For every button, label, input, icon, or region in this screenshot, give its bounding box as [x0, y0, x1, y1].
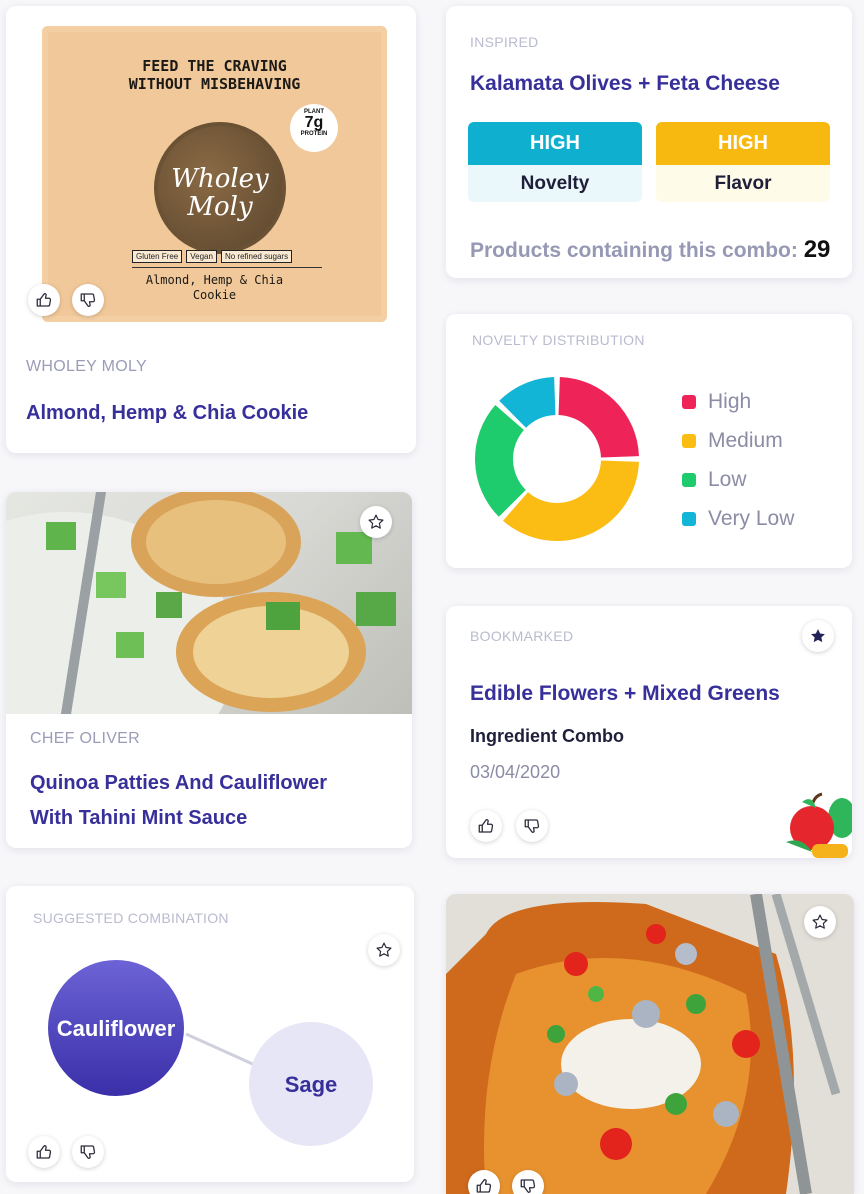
logo-line-2: Moly: [187, 192, 253, 222]
metric-label: Flavor: [656, 165, 830, 202]
legend-item-very-low: Very Low: [682, 499, 794, 538]
star-filled-icon[interactable]: [802, 620, 834, 652]
card-caption: BOOKMARKED: [470, 628, 574, 644]
package-headline-2: WITHOUT MISBEHAVING: [128, 75, 301, 93]
recipe-card[interactable]: CHEF OLIVER Quinoa Patties And Cauliflow…: [6, 492, 412, 848]
package-headline-1: FEED THE CRAVING: [142, 57, 287, 75]
protein-badge-value: 7g: [304, 114, 324, 131]
protein-badge-bottom: PROTEIN: [300, 131, 328, 137]
product-package: FEED THE CRAVING WITHOUT MISBEHAVING Who…: [42, 26, 387, 322]
donut-slice-high: [558, 377, 639, 458]
package-tags: Gluten Free Vegan No refined sugars: [132, 250, 296, 263]
flavor-metric: HIGH Flavor: [656, 122, 830, 202]
recipe-image: [446, 894, 854, 1194]
combo-count: Products containing this combo: 29: [470, 236, 830, 264]
combination-graph: Cauliflower Sage: [48, 960, 373, 1146]
star-icon[interactable]: [360, 506, 392, 538]
tag-vegan: Vegan: [186, 250, 217, 263]
product-name[interactable]: Almond, Hemp & Chia Cookie: [26, 402, 308, 425]
bookmarked-card[interactable]: BOOKMARKED Edible Flowers + Mixed Greens…: [446, 606, 852, 858]
node-cauliflower-label: Cauliflower: [57, 1016, 176, 1041]
thumbs-down-icon[interactable]: [512, 1170, 544, 1194]
thumbs-up-icon[interactable]: [468, 1170, 500, 1194]
legend-label: High: [708, 389, 752, 413]
metric-label: Novelty: [468, 165, 642, 202]
tag-gluten-free: Gluten Free: [132, 250, 183, 263]
card-caption: NOVELTY DISTRIBUTION: [472, 332, 645, 348]
thumbs-down-icon[interactable]: [516, 810, 548, 842]
legend-swatch: [682, 394, 696, 409]
suggested-combination-card[interactable]: SUGGESTED COMBINATION Cauliflower Sage: [6, 886, 414, 1182]
legend-item-high: High: [682, 382, 794, 421]
card-caption: SUGGESTED COMBINATION: [33, 910, 229, 926]
package-divider: [132, 267, 322, 268]
star-icon[interactable]: [804, 906, 836, 938]
combo-count-value: 29: [803, 236, 831, 263]
chart-legend: High Medium Low Very Low: [682, 382, 794, 538]
metric-level: HIGH: [468, 122, 642, 165]
product-brand: WHOLEY MOLY: [26, 358, 147, 375]
node-sage-label: Sage: [285, 1072, 338, 1097]
recipe-image: [6, 492, 412, 714]
thumbs-up-icon[interactable]: [470, 810, 502, 842]
recipe-photo-art: [6, 492, 396, 714]
recipe-photo-card[interactable]: [446, 894, 854, 1194]
product-card[interactable]: FEED THE CRAVING WITHOUT MISBEHAVING Who…: [6, 6, 416, 453]
thumbs-down-icon[interactable]: [72, 284, 104, 316]
novelty-donut-chart: [475, 377, 639, 541]
recipe-author: CHEF OLIVER: [30, 730, 140, 747]
tag-no-sugar: No refined sugars: [220, 250, 293, 263]
inspired-card[interactable]: INSPIRED Kalamata Olives + Feta Cheese H…: [446, 6, 852, 278]
recipe-title-line-1: Quinoa Patties And Cauliflower: [30, 772, 328, 794]
metric-level: HIGH: [656, 122, 830, 165]
combo-type: Ingredient Combo: [470, 726, 624, 746]
legend-swatch: [682, 511, 696, 526]
logo-line-1: Wholey: [171, 164, 269, 194]
legend-item-low: Low: [682, 460, 794, 499]
novelty-distribution-card: NOVELTY DISTRIBUTION High Medium Low Very L…: [446, 314, 852, 568]
product-image: FEED THE CRAVING WITHOUT MISBEHAVING Who…: [6, 6, 416, 330]
legend-swatch: [682, 472, 696, 487]
combo-count-label: Products containing this combo:: [470, 239, 798, 262]
recipe-title-line-2: With Tahini Mint Sauce: [30, 807, 248, 829]
legend-label: Low: [708, 467, 747, 491]
cookie-logo: Wholey Moly: [154, 122, 286, 254]
combo-title[interactable]: Edible Flowers + Mixed Greens: [470, 682, 780, 706]
card-caption: INSPIRED: [470, 34, 539, 50]
thumbs-up-icon[interactable]: [28, 284, 60, 316]
thumbs-up-icon[interactable]: [28, 1136, 60, 1168]
combo-title[interactable]: Kalamata Olives + Feta Cheese: [470, 72, 780, 96]
novelty-metric: HIGH Novelty: [468, 122, 642, 202]
donut-slice-low: [475, 404, 526, 517]
legend-item-medium: Medium: [682, 421, 794, 460]
protein-badge: PLANT 7g PROTEIN: [290, 104, 338, 152]
recipe-photo-art: [446, 894, 854, 1194]
recipe-title[interactable]: Quinoa Patties And Cauliflower With Tahi…: [30, 766, 327, 836]
legend-swatch: [682, 433, 696, 448]
bookmark-date: 03/04/2020: [470, 762, 561, 782]
fruit-veg-icon: [786, 792, 852, 858]
legend-label: Medium: [708, 428, 783, 452]
donut-slice-medium: [502, 460, 639, 541]
thumbs-down-icon[interactable]: [72, 1136, 104, 1168]
legend-label: Very Low: [708, 506, 795, 530]
